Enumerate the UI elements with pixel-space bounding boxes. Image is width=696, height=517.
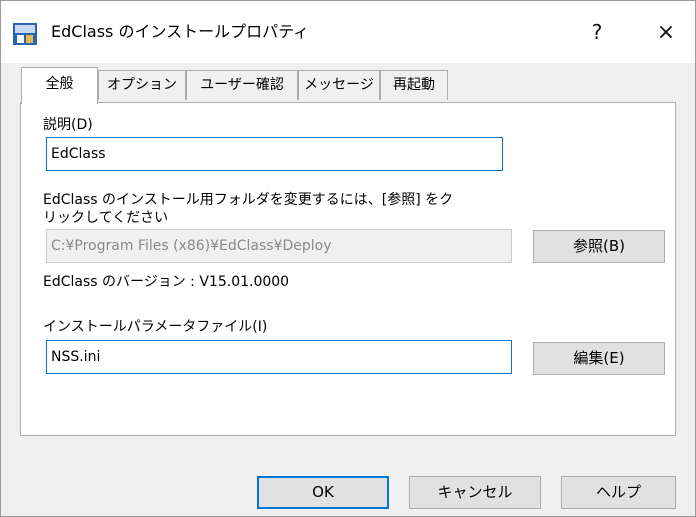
help-icon[interactable]: ? bbox=[577, 15, 617, 49]
folder-instruction-line1: EdClass のインストール用フォルダを変更するには、[参照] をク bbox=[43, 192, 454, 208]
install-folder-field: C:¥Program Files (x86)¥EdClass¥Deploy bbox=[46, 229, 512, 263]
param-file-field[interactable]: NSS.ini bbox=[46, 340, 512, 374]
tab-options[interactable]: オプション bbox=[98, 70, 186, 100]
help-button[interactable]: ヘルプ bbox=[561, 476, 676, 509]
description-label: 説明(D) bbox=[43, 117, 93, 133]
ok-button[interactable]: OK bbox=[257, 476, 389, 509]
install-properties-dialog: EdClass のインストールプロパティ ? × 全般 オプション ユーザー確認… bbox=[0, 0, 696, 517]
description-field[interactable]: EdClass bbox=[46, 137, 503, 171]
tab-user-confirmation[interactable]: ユーザー確認 bbox=[186, 70, 298, 100]
edit-button[interactable]: 編集(E) bbox=[533, 342, 665, 375]
tab-restart[interactable]: 再起動 bbox=[380, 70, 448, 100]
installer-app-icon bbox=[13, 23, 37, 45]
param-file-label: インストールパラメータファイル(I) bbox=[43, 319, 268, 335]
folder-instruction-line2: リックしてください bbox=[43, 210, 169, 226]
version-text: EdClass のバージョン : V15.01.0000 bbox=[43, 274, 290, 290]
window-title: EdClass のインストールプロパティ bbox=[51, 22, 310, 41]
browse-button[interactable]: 参照(B) bbox=[533, 230, 665, 263]
cancel-button[interactable]: キャンセル bbox=[409, 476, 541, 509]
tab-general[interactable]: 全般 bbox=[21, 67, 98, 104]
general-panel: 説明(D) EdClass EdClass のインストール用フォルダを変更するに… bbox=[20, 102, 676, 436]
title-bar[interactable]: EdClass のインストールプロパティ ? × bbox=[1, 1, 695, 63]
close-icon[interactable]: × bbox=[646, 15, 686, 49]
tab-messages[interactable]: メッセージ bbox=[298, 70, 380, 100]
